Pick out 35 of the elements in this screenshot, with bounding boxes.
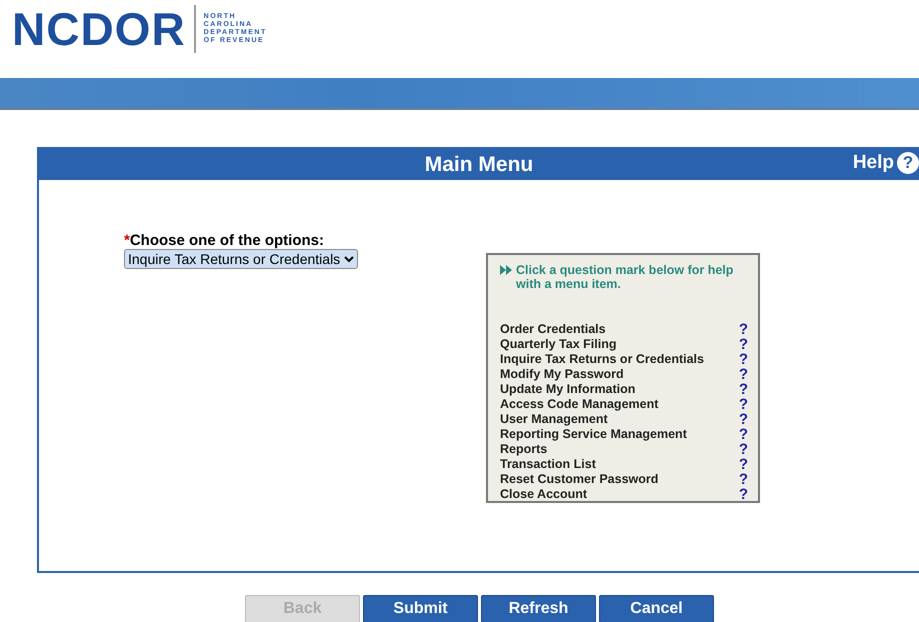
help-question-link[interactable]: ? [738, 397, 748, 412]
menu-item-label: Access Code Management [500, 397, 658, 412]
menu-item-label: Order Credentials [500, 322, 606, 337]
help-question-link[interactable]: ? [738, 352, 748, 367]
menu-item-label: Reset Customer Password [500, 472, 658, 487]
help-question-link[interactable]: ? [738, 427, 748, 442]
menu-item-label: Reporting Service Management [500, 427, 687, 442]
help-question-link[interactable]: ? [738, 412, 748, 427]
menu-item-label: Reports [500, 442, 548, 457]
help-hint: Click a question mark below for help with a menu item. [516, 263, 734, 291]
help-question-link[interactable]: ? [738, 487, 748, 502]
help-question-link[interactable]: ? [738, 442, 748, 457]
caret-icon [344, 256, 354, 262]
options-dropdown[interactable]: Inquire Tax Returns or Credentials [124, 249, 358, 269]
menu-item-label: Update My Information [500, 382, 636, 397]
menu-item-label: Inquire Tax Returns or Credentials [500, 352, 704, 367]
action-button[interactable]: Cancel [599, 595, 714, 622]
help-question-link[interactable]: ? [738, 367, 748, 382]
menu-item-label: Close Account [500, 487, 588, 502]
logo-wordmark: NCDOR [12, 4, 186, 54]
menu-item-label: Modify My Password [500, 367, 624, 382]
help-link[interactable]: Help ? [852, 152, 919, 174]
help-question-link[interactable]: ? [738, 322, 748, 337]
help-question-link[interactable]: ? [738, 382, 748, 397]
help-question-link[interactable]: ? [738, 457, 748, 472]
choose-label: *Choose one of the options: [124, 232, 325, 249]
menu-item-label: Quarterly Tax Filing [500, 337, 616, 352]
help-question-link[interactable]: ? [738, 337, 748, 352]
panel-title: Main Menu [424, 152, 534, 176]
menu-item-label: Transaction List [500, 457, 596, 472]
action-button[interactable]: Submit [363, 595, 478, 622]
menu-item-label: User Management [500, 412, 608, 427]
action-button[interactable]: Refresh [481, 595, 596, 622]
help-question-link[interactable]: ? [738, 472, 748, 487]
double-arrow-icon [500, 265, 512, 275]
